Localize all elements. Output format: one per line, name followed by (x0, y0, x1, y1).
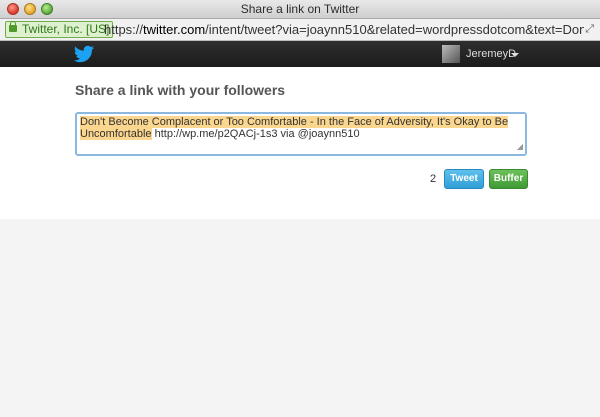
page-title: Share a link with your followers (75, 82, 286, 98)
title-bar: Share a link on Twitter (0, 0, 600, 19)
twitter-header: JeremeyD (0, 41, 600, 67)
resize-grip-icon[interactable]: ◢ (517, 141, 523, 153)
address-bar[interactable]: Twitter, Inc. [US] https://twitter.com/i… (0, 19, 600, 41)
twitter-bird-icon[interactable] (73, 43, 95, 65)
buffer-button[interactable]: Buffer (489, 169, 528, 189)
url-path: /intent/tweet?via=joaynn510&related=word… (205, 22, 584, 37)
share-panel: Share a link with your followers Don't B… (0, 67, 600, 219)
ssl-identity-badge[interactable]: Twitter, Inc. [US] (5, 21, 114, 38)
tweet-textarea[interactable]: Don't Become Complacent or Too Comfortab… (75, 112, 527, 156)
tweet-link-text: http://wp.me/p2QACj-1s3 via @joaynn510 (151, 128, 360, 140)
character-count: 2 (430, 173, 437, 185)
url-prefix: https:// (104, 22, 144, 37)
url-host: twitter.com (143, 22, 206, 37)
fullscreen-icon[interactable]: ⤢ (585, 23, 594, 36)
username: JeremeyD (466, 48, 517, 60)
lock-icon (9, 21, 17, 32)
ssl-label: Twitter, Inc. [US] (22, 22, 110, 36)
url-text[interactable]: https://twitter.com/intent/tweet?via=joa… (104, 22, 584, 37)
tweet-button[interactable]: Tweet (444, 169, 484, 189)
page-background (0, 219, 600, 417)
window-title: Share a link on Twitter (240, 2, 360, 16)
avatar (442, 45, 460, 63)
caret-down-icon (511, 53, 519, 57)
browser-window: Share a link on Twitter Twitter, Inc. [U… (0, 0, 600, 417)
